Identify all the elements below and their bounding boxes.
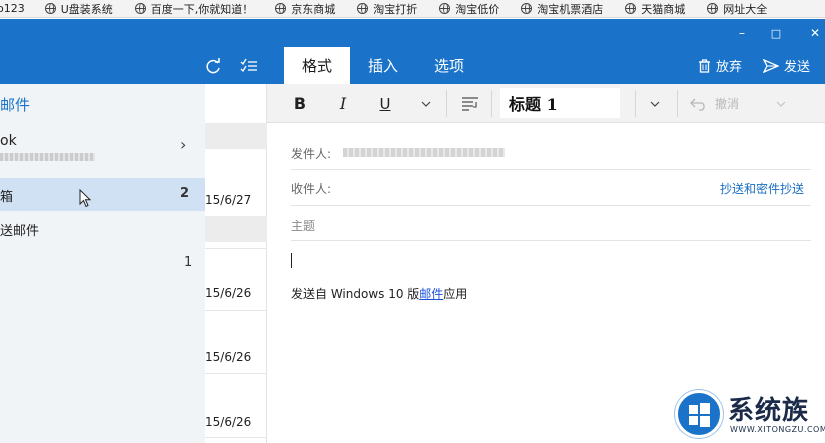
folder-inbox[interactable]: 箱 [0,186,13,205]
bookmark-label: 淘宝机票酒店 [537,2,604,16]
message-separator [205,437,267,438]
bookmark-label: 天猫商城 [641,2,686,16]
globe-icon [625,3,637,14]
undo-icon [690,97,708,111]
from-address-blurred [343,148,505,157]
font-options-chevron-icon[interactable] [413,84,439,123]
undo-label: 撤消 [715,97,740,111]
send-label: 发送 [784,60,811,75]
subject-field[interactable]: 主题 [291,217,315,234]
account-email-blurred [0,153,95,161]
globe-icon [134,3,146,14]
globe-icon [707,3,719,14]
message-group-header [205,123,267,149]
globe-icon [357,3,369,14]
bookmarks-bar: o123 U盘装系统 百度一下,你就知道！ 京东商城 淘宝打折 淘宝低价 淘宝机… [0,0,825,18]
text-caret [291,253,292,268]
title-bar [0,19,825,47]
trash-icon [698,58,711,73]
field-divider [291,205,811,206]
bookmark-item[interactable]: 京东商城 [275,1,335,17]
paragraph-format-icon[interactable] [456,84,484,123]
tab-format[interactable]: 格式 [284,47,350,84]
ribbon-divider [446,90,447,117]
message-date[interactable]: 15/6/26 [205,415,251,429]
sync-icon[interactable] [204,47,222,84]
mail-app-link[interactable]: 邮件 [419,287,443,301]
style-dropdown-chevron-icon[interactable] [641,84,669,123]
message-body[interactable]: 发送自 Windows 10 版邮件应用 [291,285,467,302]
bookmark-label: 淘宝打折 [373,2,418,16]
select-mode-icon[interactable] [240,47,258,84]
bookmark-label: 百度一下,你就知道！ [150,2,254,16]
signature-prefix: 发送自 Windows 10 版 [291,287,420,301]
send-icon [763,58,779,73]
underline-button[interactable]: U [372,84,398,123]
italic-button[interactable]: I [330,84,356,123]
message-date[interactable]: 15/6/26 [205,350,251,364]
discard-label: 放弃 [716,60,743,75]
ribbon-divider [491,90,492,117]
folder-inbox-count: 2 [180,186,190,201]
bookmark-item[interactable]: 天猫商城 [625,1,685,17]
minimize-button[interactable]: – [727,19,757,47]
field-divider [291,169,811,170]
cc-bcc-link[interactable]: 抄送和密件抄送 [720,180,804,197]
mail-title: 邮件 [0,96,31,114]
folder-count: 1 [184,255,193,270]
bookmark-label: o123 [0,2,25,15]
bookmark-item[interactable]: U盘装系统 [44,1,113,17]
windows-logo-icon [675,390,723,438]
bookmark-label: 京东商城 [291,2,336,16]
send-button[interactable]: 发送 [763,47,810,84]
bold-button[interactable]: B [287,84,313,123]
folder-selection-highlight [0,178,205,211]
bookmark-label: 淘宝低价 [455,2,500,16]
tab-insert[interactable]: 插入 [350,47,416,84]
bookmark-item[interactable]: o123 [0,2,25,15]
bookmark-label: 网址大全 [723,2,768,16]
folder-sent[interactable]: 送邮件 [0,220,39,239]
tab-options[interactable]: 选项 [416,47,482,84]
bookmark-item[interactable]: 淘宝低价 [439,1,499,17]
watermark-brand: 系统族 [728,396,810,426]
bookmark-item[interactable]: 网址大全 [707,1,767,17]
navigation-pane [0,84,205,443]
message-date[interactable]: 15/6/27 [205,193,251,207]
message-group-header [205,216,267,242]
mouse-cursor-icon [79,189,92,208]
globe-icon [521,3,533,14]
globe-icon [44,3,56,14]
field-divider [291,240,811,241]
bookmark-item[interactable]: 淘宝机票酒店 [521,1,603,17]
globe-icon [439,3,451,14]
chevron-right-icon[interactable]: › [180,135,186,154]
from-label: 发件人: [291,147,332,161]
undo-button[interactable]: 撤消 [690,84,739,123]
maximize-button[interactable]: □ [761,19,791,47]
account-name[interactable]: ok [0,133,17,149]
bookmark-item[interactable]: 百度一下,你就知道！ [134,1,254,17]
site-watermark: 系统族 WWW.XITONGZU.COM [675,388,825,443]
undo-dropdown-chevron-icon[interactable] [772,84,790,123]
discard-button[interactable]: 放弃 [698,47,742,84]
message-separator [205,248,267,249]
to-label: 收件人: [291,182,332,196]
ribbon-divider [635,90,636,117]
message-separator [205,310,267,311]
bookmark-item[interactable]: 淘宝打折 [357,1,417,17]
close-button[interactable]: ✕ [800,19,825,47]
globe-icon [275,3,287,14]
message-date[interactable]: 15/6/26 [205,286,251,300]
paragraph-style-select[interactable]: 标题 1 [500,88,620,118]
bookmark-label: U盘装系统 [60,2,113,16]
signature-suffix: 应用 [443,287,468,301]
watermark-url: WWW.XITONGZU.COM [730,425,825,434]
ribbon-divider [677,90,678,117]
message-separator [205,373,267,374]
